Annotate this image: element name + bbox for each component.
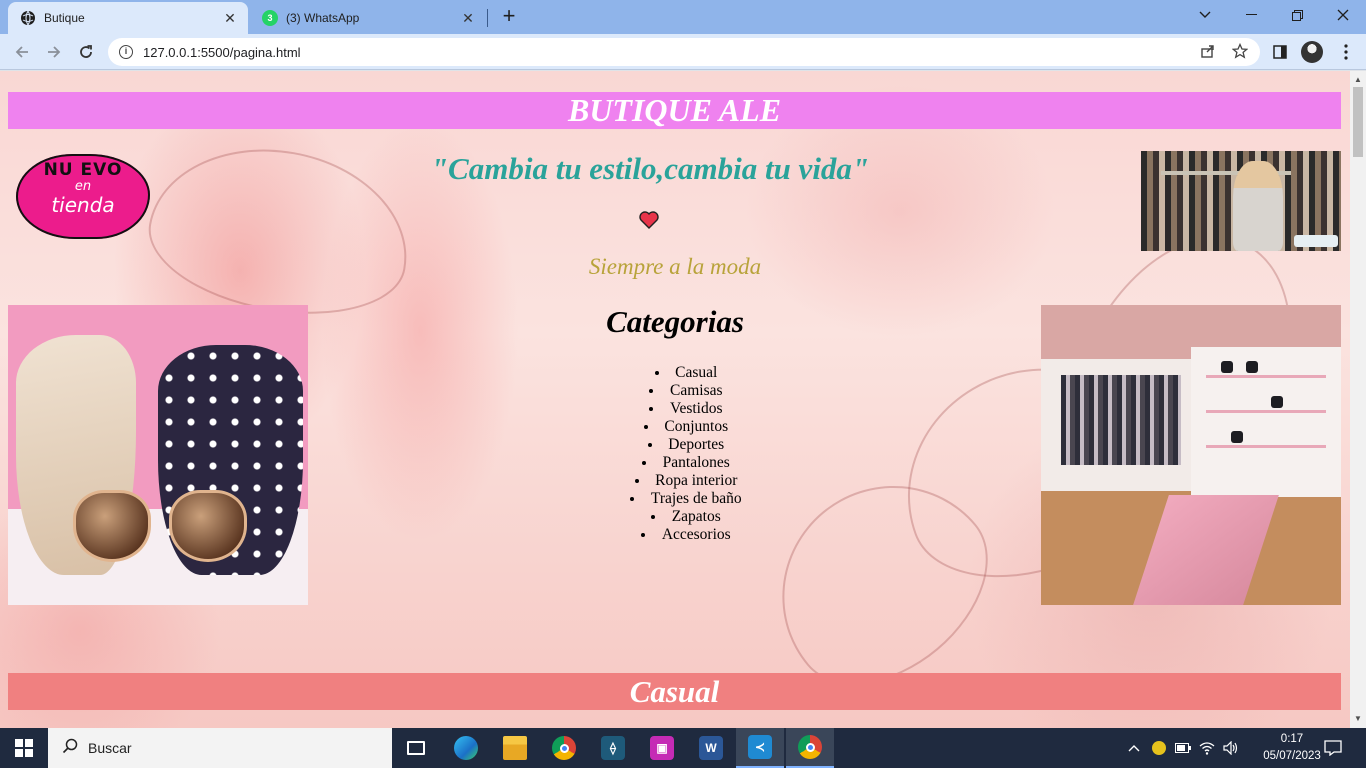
scrollbar-thumb[interactable]	[1353, 87, 1363, 157]
volume-icon[interactable]	[1222, 728, 1240, 768]
scroll-up-arrow-icon[interactable]: ▲	[1354, 75, 1362, 84]
sunglasses-lens	[73, 490, 151, 562]
badge-line: NU EVO	[43, 160, 123, 180]
notifications-icon[interactable]	[1322, 728, 1344, 768]
clock-time: 0:17	[1280, 733, 1304, 745]
category-item: Deportes	[486, 436, 886, 454]
mysql-workbench-icon[interactable]: ⟠	[589, 728, 637, 768]
chrome-active-icon[interactable]	[786, 728, 834, 768]
address-bar[interactable]: i 127.0.0.1:5500/pagina.html	[108, 38, 1260, 66]
share-icon[interactable]	[1196, 43, 1220, 62]
word-icon[interactable]: W	[687, 728, 735, 768]
site-title-banner: BUTIQUE ALE	[8, 92, 1341, 129]
pink-bench	[1133, 495, 1279, 605]
file-explorer-icon[interactable]	[491, 728, 539, 768]
whatsapp-icon: 3	[262, 10, 278, 26]
side-panel-icon[interactable]	[1270, 42, 1290, 62]
handbag	[1221, 361, 1233, 373]
store-interior-image	[1041, 305, 1341, 605]
page-scrollbar[interactable]: ▲ ▼	[1350, 71, 1366, 728]
category-item: Camisas	[486, 382, 886, 400]
store-wall	[1191, 347, 1341, 497]
site-info-icon[interactable]: i	[119, 45, 133, 59]
heart-icon	[639, 211, 659, 229]
page-viewport: BUTIQUE ALE NU EVO en tienda "Cambia tu …	[0, 71, 1350, 728]
category-item: Ropa interior	[486, 472, 886, 490]
reload-icon[interactable]	[74, 40, 98, 64]
sunglasses	[73, 490, 253, 570]
show-hidden-icons-chevron-icon[interactable]	[1126, 728, 1142, 768]
handbag	[1231, 431, 1243, 443]
profile-avatar[interactable]	[1301, 41, 1323, 63]
section-casual-banner: Casual	[8, 673, 1341, 710]
windows-taskbar: Buscar ⟠ ▣ W ≺ 0:17 05/07/2023	[0, 728, 1366, 768]
app-icon[interactable]: ▣	[638, 728, 686, 768]
tab-butique[interactable]: Butique ✕	[8, 2, 248, 34]
close-window-button[interactable]	[1320, 0, 1366, 30]
category-item: Conjuntos	[486, 418, 886, 436]
close-tab-icon[interactable]: ✕	[458, 10, 478, 27]
badge-line: en	[74, 179, 92, 194]
category-item: Casual	[486, 364, 886, 382]
search-icon	[62, 738, 78, 759]
handbag	[1271, 396, 1283, 408]
restore-button[interactable]	[1274, 0, 1320, 30]
tab-bar: Butique ✕ 3 (3) WhatsApp ✕ +	[0, 0, 1366, 34]
taskbar-clock[interactable]: 0:17 05/07/2023	[1262, 731, 1322, 765]
tab-whatsapp[interactable]: 3 (3) WhatsApp ✕	[250, 2, 486, 34]
categories-heading: Categorias	[606, 304, 744, 339]
clothes-rack	[1061, 375, 1181, 465]
search-placeholder: Buscar	[88, 740, 132, 756]
browser-toolbar: i 127.0.0.1:5500/pagina.html	[0, 34, 1366, 70]
category-item: Trajes de baño	[486, 490, 886, 508]
minimize-button[interactable]	[1228, 0, 1274, 30]
bookmark-star-icon[interactable]	[1228, 42, 1252, 62]
globe-icon	[20, 10, 36, 26]
category-item: Zapatos	[486, 508, 886, 526]
battery-icon[interactable]	[1174, 728, 1192, 768]
wall-shelf	[1206, 410, 1326, 413]
new-tab-button[interactable]: +	[498, 5, 520, 28]
wall-shelf	[1206, 375, 1326, 378]
close-tab-icon[interactable]: ✕	[220, 10, 240, 27]
nuevo-en-tienda-badge: NU EVO en tienda	[16, 154, 150, 239]
tab-search-chevron-icon[interactable]	[1182, 0, 1228, 30]
clock-date: 05/07/2023	[1263, 750, 1321, 762]
handbag	[1246, 361, 1258, 373]
chrome-icon[interactable]	[540, 728, 588, 768]
shopper-figure	[1233, 161, 1283, 251]
image-watermark-logo	[1294, 235, 1338, 247]
edge-icon[interactable]	[442, 728, 490, 768]
security-status-icon[interactable]	[1150, 728, 1168, 768]
badge-line: tienda	[51, 193, 115, 217]
shoes-sunglasses-image	[8, 305, 308, 605]
task-view-icon[interactable]	[392, 728, 440, 768]
taskbar-search-input[interactable]: Buscar	[48, 728, 392, 768]
category-item: Accesorios	[486, 526, 886, 544]
vscode-icon[interactable]: ≺	[736, 728, 784, 768]
forward-icon[interactable]	[42, 40, 66, 64]
tab-separator	[487, 9, 488, 27]
category-item: Vestidos	[486, 400, 886, 418]
sunglasses-lens	[169, 490, 247, 562]
shop-clothes-image	[1141, 151, 1341, 251]
tagline-text: Siempre a la moda	[588, 254, 762, 279]
wall-shelf	[1206, 445, 1326, 448]
wifi-icon[interactable]	[1198, 728, 1216, 768]
category-item: Pantalones	[486, 454, 886, 472]
scroll-down-arrow-icon[interactable]: ▼	[1354, 714, 1362, 723]
tab-title: (3) WhatsApp	[286, 11, 360, 25]
tab-title: Butique	[44, 11, 85, 25]
url-text[interactable]: 127.0.0.1:5500/pagina.html	[143, 45, 1196, 60]
back-icon[interactable]	[10, 40, 34, 64]
slogan-heading: "Cambia tu estilo,cambia tu vida"	[430, 151, 870, 186]
windows-start-icon[interactable]	[0, 728, 48, 768]
categories-list: Casual Camisas Vestidos Conjuntos Deport…	[486, 364, 886, 544]
menu-kebab-icon[interactable]	[1336, 42, 1356, 62]
